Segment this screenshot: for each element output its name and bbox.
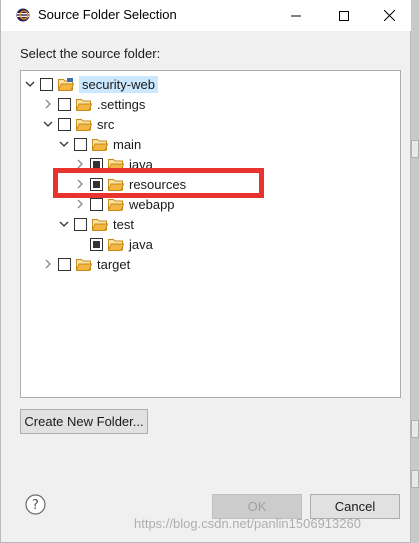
- tree-checkbox[interactable]: [90, 237, 103, 251]
- tree-expander[interactable]: [42, 118, 54, 130]
- tree-expander[interactable]: [58, 138, 70, 150]
- tree-item-test[interactable]: test: [58, 214, 134, 234]
- tree-checkbox[interactable]: [40, 77, 53, 91]
- folder-icon: [108, 238, 124, 251]
- tree-item-target[interactable]: target: [42, 254, 130, 274]
- chevron-right-icon: [77, 199, 83, 209]
- tree-item-main[interactable]: main: [58, 134, 141, 154]
- tree-checkbox[interactable]: [58, 97, 71, 111]
- background-edge-part: [411, 420, 419, 438]
- tree-item-java[interactable]: java: [74, 234, 153, 254]
- create-new-folder-button[interactable]: Create New Folder...: [20, 409, 148, 434]
- tree-expander[interactable]: [58, 218, 70, 230]
- project-folder-icon: [58, 77, 74, 91]
- tree-item-settings[interactable]: .settings: [42, 94, 145, 114]
- tree-expander[interactable]: [42, 98, 54, 110]
- folder-icon: [92, 218, 108, 231]
- chevron-right-icon: [45, 99, 51, 109]
- tree-item-label: src: [97, 116, 115, 132]
- title-bar: Source Folder Selection: [1, 0, 412, 31]
- close-button[interactable]: [366, 0, 412, 31]
- tree-item-src[interactable]: src: [42, 114, 114, 134]
- tree-item-label: test: [113, 216, 134, 232]
- chevron-down-icon: [59, 141, 69, 147]
- folder-icon: [92, 138, 108, 151]
- prompt-label: Select the source folder:: [20, 46, 161, 61]
- tree-item-label: .settings: [97, 96, 146, 112]
- maximize-button[interactable]: [321, 0, 367, 31]
- watermark: https://blog.csdn.net/panlin1506913260: [134, 516, 361, 531]
- help-icon[interactable]: ?: [25, 494, 46, 515]
- background-window-edge: [411, 0, 419, 543]
- maximize-icon: [339, 10, 349, 21]
- tree-checkbox[interactable]: [90, 197, 103, 211]
- folder-icon: [76, 258, 92, 271]
- annotation-highlight-box: [53, 168, 264, 198]
- chevron-down-icon: [59, 221, 69, 227]
- eclipse-icon: [16, 8, 30, 22]
- tree-item-label: main: [113, 136, 142, 152]
- folder-tree[interactable]: security-web .settings src main java resource…: [20, 70, 401, 398]
- background-edge-part: [411, 140, 419, 158]
- tree-expander[interactable]: [74, 198, 86, 210]
- svg-text:?: ?: [32, 498, 39, 513]
- tree-checkbox[interactable]: [58, 257, 71, 271]
- background-edge-part: [411, 470, 419, 488]
- chevron-down-icon: [25, 81, 35, 87]
- window-title: Source Folder Selection: [38, 7, 177, 22]
- folder-icon: [108, 198, 124, 211]
- tree-checkbox[interactable]: [58, 117, 71, 131]
- source-folder-dialog: Source Folder Selection Select the sourc…: [0, 0, 412, 543]
- minimize-icon: [291, 15, 301, 16]
- tree-item-label: java: [129, 236, 153, 252]
- tree-expander[interactable]: [24, 78, 36, 90]
- tree-item-label: security-web: [79, 75, 158, 93]
- tree-checkbox[interactable]: [74, 137, 87, 151]
- chevron-right-icon: [45, 259, 51, 269]
- tree-expander[interactable]: [42, 258, 54, 270]
- chevron-down-icon: [43, 121, 53, 127]
- folder-icon: [76, 98, 92, 111]
- tree-item-securityweb[interactable]: security-web: [24, 74, 158, 94]
- tree-expander: [74, 238, 86, 250]
- tree-checkbox[interactable]: [74, 217, 87, 231]
- tree-item-label: webapp: [129, 196, 175, 212]
- tree-item-label: target: [97, 256, 131, 272]
- minimize-button[interactable]: [273, 0, 319, 31]
- folder-icon: [76, 118, 92, 131]
- close-icon: [383, 10, 395, 21]
